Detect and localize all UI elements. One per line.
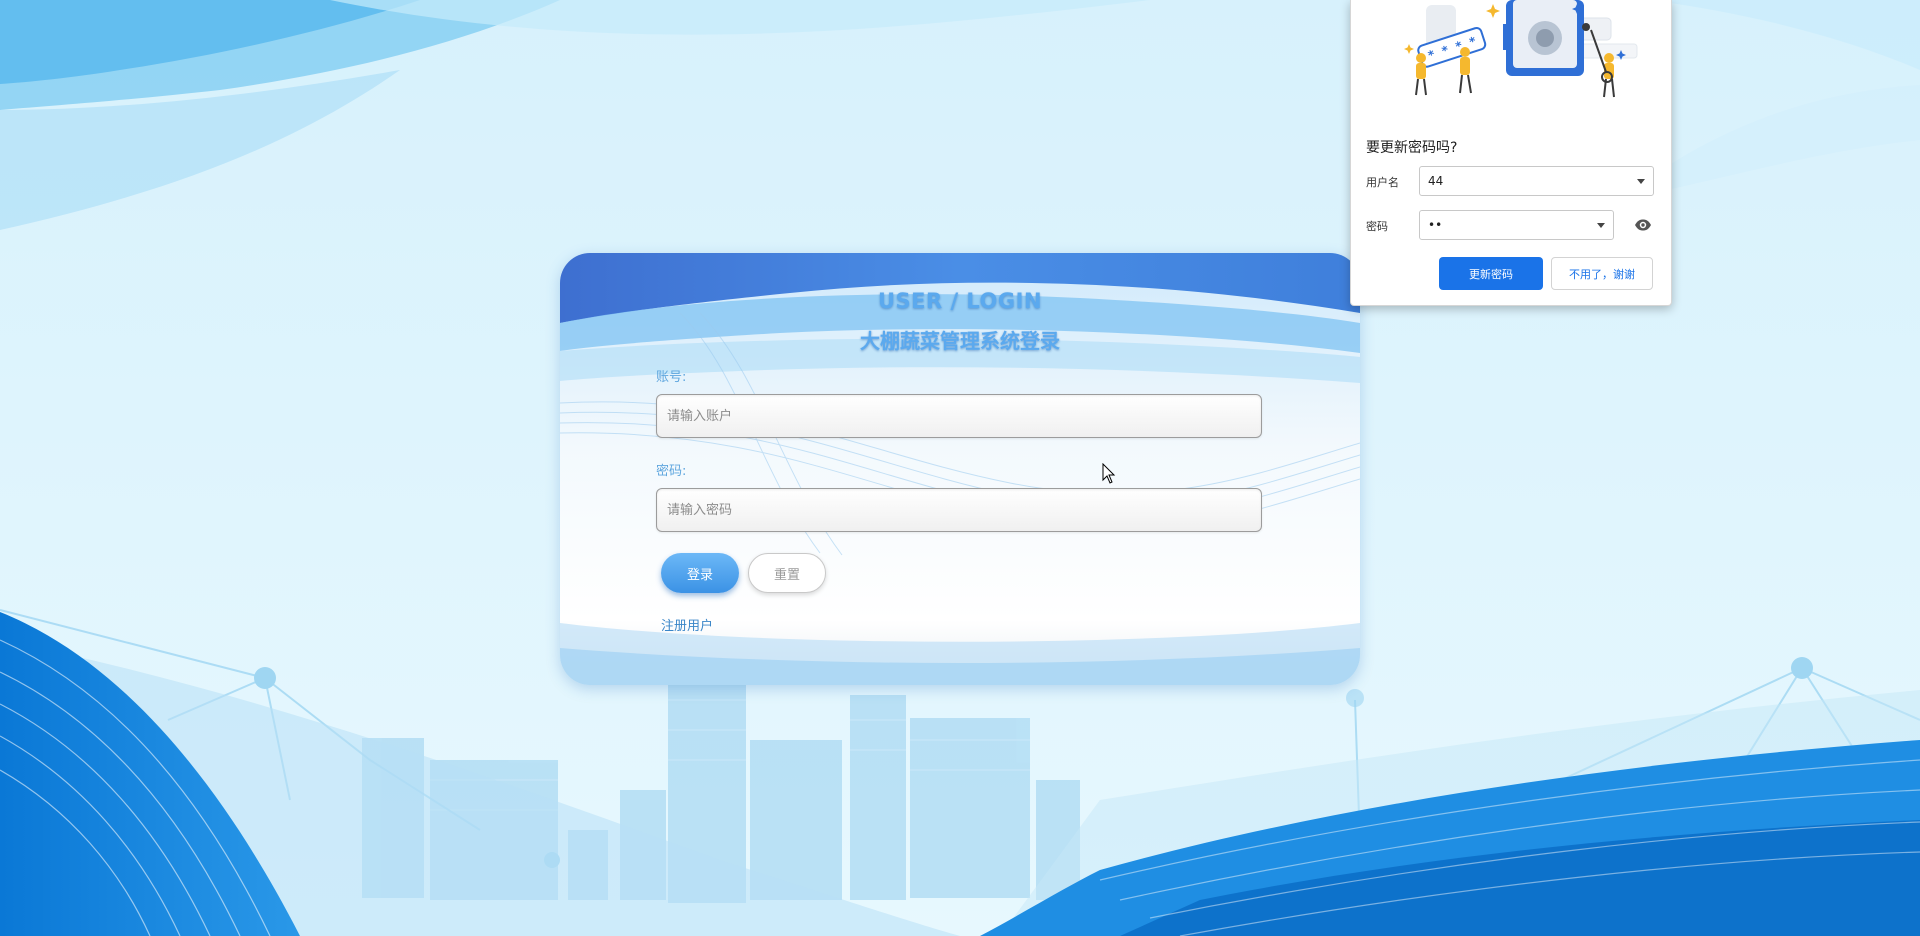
no-thanks-button[interactable]: 不用了，谢谢 (1551, 257, 1653, 290)
username-select[interactable]: 44 (1419, 166, 1654, 196)
mouse-pointer-icon (1102, 463, 1116, 484)
update-password-button[interactable]: 更新密码 (1439, 257, 1543, 290)
popup-password-label: 密码 (1366, 220, 1388, 233)
login-card: USER / LOGIN 大棚蔬菜管理系统登录 账号: 密码: 登录 重置 注册… (560, 253, 1360, 685)
login-button[interactable]: 登录 (661, 553, 739, 593)
caret-down-icon (1637, 179, 1645, 184)
password-label: 密码: (656, 464, 687, 479)
caret-down-icon (1597, 223, 1605, 228)
popup-title: 要更新密码吗? (1366, 140, 1458, 156)
password-safe-illustration: * * * * (1404, 0, 1638, 98)
register-link[interactable]: 注册用户 (661, 615, 713, 634)
password-input[interactable] (656, 488, 1262, 532)
popup-password-select[interactable]: •• (1419, 210, 1614, 240)
account-input[interactable] (656, 394, 1262, 438)
login-title-english: USER / LOGIN (877, 289, 1043, 313)
eye-icon[interactable] (1634, 218, 1652, 232)
reset-button[interactable]: 重置 (748, 553, 826, 593)
popup-password-value: •• (1428, 218, 1443, 232)
update-password-popup: * * * * 要更新密码吗? 用户名 44 密码 •• 更新密码 不用了，谢谢 (1350, 0, 1672, 306)
username-label: 用户名 (1366, 176, 1399, 189)
username-value: 44 (1428, 174, 1444, 188)
login-title-chinese: 大棚蔬菜管理系统登录 (860, 329, 1060, 353)
account-label: 账号: (656, 370, 687, 385)
